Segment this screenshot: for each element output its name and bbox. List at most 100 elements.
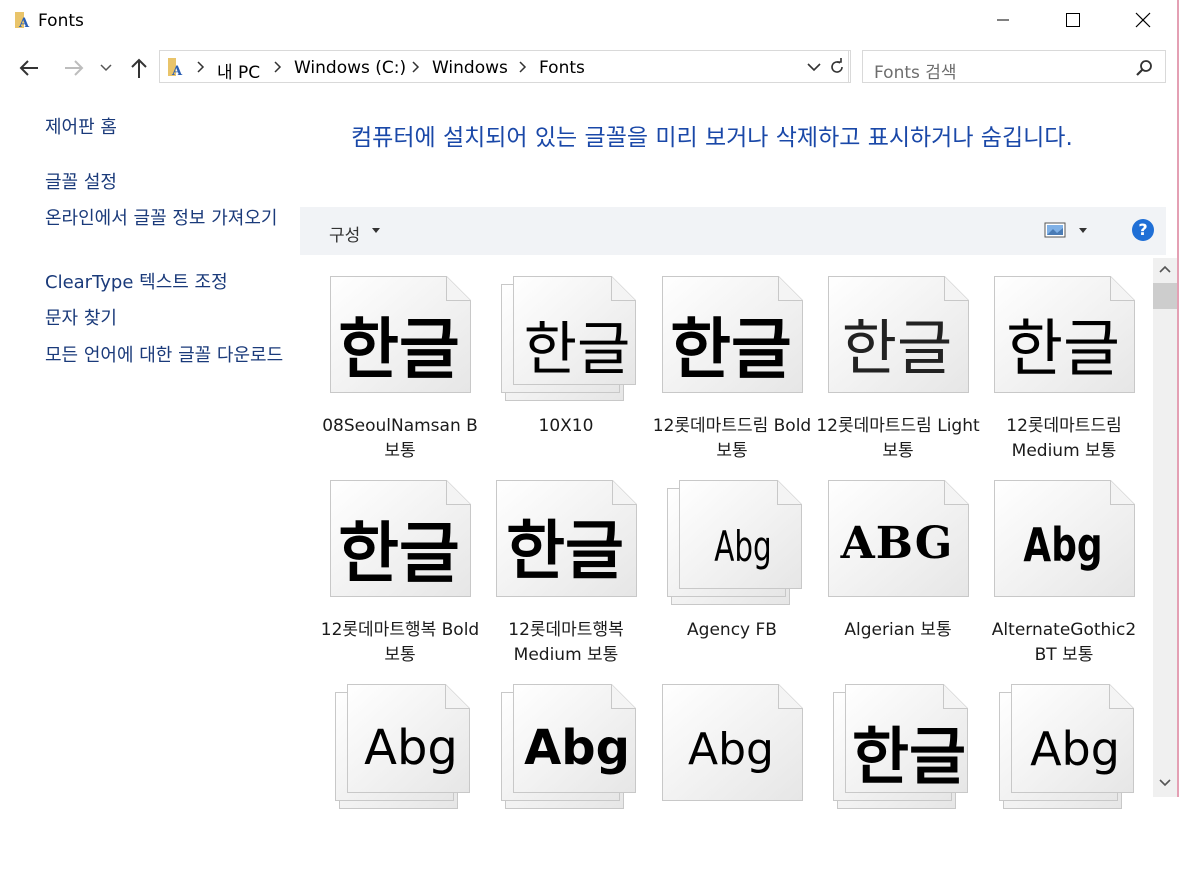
address-bar[interactable]: A 내 PC Windows (C:) Windows Fonts [159,50,849,83]
sidebar-item-adjust-cleartype[interactable]: ClearType 텍스트 조정 [45,270,290,295]
font-preview-text: Abg [364,720,458,776]
font-thumbnail: Abg [981,480,1147,620]
forward-button[interactable] [60,54,88,82]
font-thumbnail: Abg [649,480,815,620]
forward-arrow-icon [65,60,84,76]
font-preview-text: Abg [1023,518,1103,572]
font-tile[interactable]: ABG Algerian 보통 [815,480,981,680]
font-name-label: Agency FB [687,620,777,640]
font-name-label: 12롯데마트행복 Bold 보통 [320,620,480,665]
font-name-label: Algerian 보통 [844,620,952,640]
font-preview-text: 한글 [523,315,631,383]
window-title: Fonts [38,11,84,31]
sidebar-item-get-font-info-online[interactable]: 온라인에서 글꼴 정보 가져오기 [45,206,290,231]
maximize-button[interactable] [1050,0,1096,40]
font-name-label: 12롯데마트드림 Bold 보통 [652,416,812,461]
font-tile[interactable]: 한글 12롯데마트드림 Medium 보통 [981,276,1147,476]
fonts-folder-icon: A [168,58,183,77]
font-thumbnail: Abg [317,684,483,824]
font-preview-text: 한글 [851,720,967,793]
font-tile[interactable]: Abg AlternateGothic2 BT 보통 [981,480,1147,680]
font-preview-text: 한글 [506,515,624,589]
font-thumbnail: 한글 [483,480,649,620]
font-tile[interactable]: Abg [483,684,649,884]
font-tile[interactable]: Abg [981,684,1147,884]
up-arrow-icon [131,58,147,78]
refresh-button[interactable] [823,50,851,83]
breadcrumb-windows[interactable]: Windows [432,58,508,78]
scroll-up-icon[interactable] [1159,264,1171,274]
font-preview-text: 한글 [338,311,460,388]
svg-text:A: A [18,16,30,29]
minimize-button[interactable] [980,0,1026,40]
sidebar-item-find-character[interactable]: 문자 찾기 [45,306,290,331]
font-thumbnail: 한글 [317,276,483,416]
close-button[interactable] [1120,0,1166,40]
command-bar: 구성 ? [300,207,1166,255]
search-input[interactable]: Fonts 검색 [874,58,957,83]
chevron-right-icon [519,61,527,73]
maximize-icon [1066,13,1080,27]
font-tile[interactable]: Abg [649,684,815,884]
back-arrow-icon [19,60,38,76]
font-tile[interactable]: 한글 08SeoulNamsan B 보통 [317,276,483,476]
font-thumbnail: 한글 [317,480,483,620]
help-button[interactable]: ? [1132,219,1154,241]
font-name-label: 08SeoulNamsan B 보통 [322,416,478,461]
font-preview-text: 한글 [338,515,460,592]
title-bar: A Fonts [0,0,1177,42]
font-tile[interactable]: 한글 12롯데마트드림 Light 보통 [815,276,981,476]
recent-locations-button[interactable] [96,54,116,82]
address-dropdown-icon[interactable] [804,57,824,77]
font-tile[interactable]: Abg [317,684,483,884]
font-thumbnail: Abg [483,684,649,824]
font-tile[interactable]: 한글 12롯데마트행복 Medium 보통 [483,480,649,680]
sidebar-item-download-fonts[interactable]: 모든 언어에 대한 글꼴 다운로드 [45,343,290,368]
font-thumbnail: 한글 [649,276,815,416]
back-button[interactable] [15,54,43,82]
sidebar-item-control-panel-home[interactable]: 제어판 홈 [45,115,290,140]
close-icon [1135,12,1151,28]
caret-down-icon[interactable] [1079,228,1087,234]
breadcrumb-fonts[interactable]: Fonts [539,58,585,78]
font-thumbnail: Abg [981,684,1147,824]
chevron-right-icon [412,61,420,73]
font-preview-text: Abg [688,724,774,775]
search-box[interactable]: Fonts 검색 [862,50,1166,83]
font-preview-text: Abg [524,720,630,776]
up-button[interactable] [125,54,153,82]
font-name-label: 12롯데마트드림 Medium 보통 [1006,416,1122,461]
font-preview-text: Abg [714,522,772,571]
font-tile[interactable]: 한글 [815,684,981,884]
font-name-label: 10X10 [538,416,594,436]
minimize-icon [997,19,1009,21]
font-thumbnail: 한글 [981,276,1147,416]
search-icon[interactable] [1135,59,1153,77]
breadcrumb-this-pc[interactable]: 내 PC [217,58,260,83]
sidebar-item-font-settings[interactable]: 글꼴 설정 [45,170,290,195]
vertical-scrollbar[interactable] [1153,258,1177,797]
refresh-icon [830,57,843,73]
font-tile[interactable]: 한글 12롯데마트드림 Bold 보통 [649,276,815,476]
page-description: 컴퓨터에 설치되어 있는 글꼴을 미리 보거나 삭제하고 표시하거나 숨깁니다. [351,125,1073,151]
font-thumbnail: 한글 [483,276,649,416]
scrollbar-thumb[interactable] [1153,283,1177,309]
font-tile[interactable]: 한글 10X10 [483,276,649,476]
svg-text:A: A [171,64,183,77]
font-name-label: 12롯데마트행복 Medium 보통 [508,620,624,665]
organize-button[interactable]: 구성 [329,221,360,246]
font-preview-text: 한글 [1005,312,1121,385]
font-thumbnail: ABG [815,480,981,620]
scroll-down-icon[interactable] [1159,778,1171,788]
font-preview-text: 한글 [841,314,953,384]
caret-down-icon [372,228,380,233]
font-preview-text: ABG [840,518,954,569]
font-thumbnail: 한글 [815,684,981,824]
font-tile[interactable]: 한글 12롯데마트행복 Bold 보통 [317,480,483,680]
fonts-folder-icon: A [15,12,30,29]
change-view-icon[interactable] [1044,221,1066,239]
chevron-right-icon [274,61,282,73]
font-tile[interactable]: Abg Agency FB [649,480,815,680]
breadcrumb-drive-c[interactable]: Windows (C:) [294,58,406,78]
font-thumbnail: Abg [649,684,815,824]
